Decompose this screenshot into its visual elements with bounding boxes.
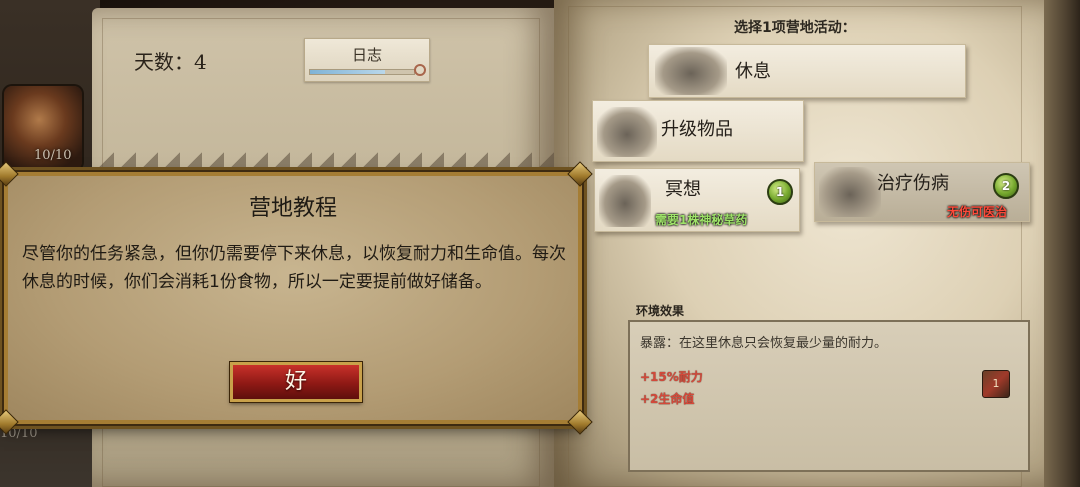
activity-meditate-requirement: 需要1株神秘草药 (655, 213, 748, 227)
environment-title: 环境效果 (636, 304, 685, 318)
log-tab-label: 日志 (351, 46, 382, 64)
tutorial-title: 营地教程 (248, 196, 337, 221)
activity-meditate-card[interactable]: 冥想 1 需要1株神秘草药 (594, 168, 800, 232)
log-progress-bar (309, 69, 415, 75)
environment-effect-health: +2生命值 (640, 392, 695, 406)
cost-badge: 1 (767, 179, 793, 205)
activity-upgrade-label: 升级物品 (661, 119, 733, 140)
log-tab[interactable]: 日志 (304, 38, 430, 82)
meditate-icon (599, 175, 651, 227)
tutorial-dialog: 营地教程 尽管你的任务紧急，但你仍需要停下来休息，以恢复耐力和生命值。每次休息的… (0, 161, 593, 435)
log-progress-fill (310, 70, 385, 74)
ok-button[interactable]: 好 (229, 361, 363, 403)
environment-description: 暴露：在这里休息只会恢复最少量的耐力。 (640, 336, 888, 351)
cost-badge: 2 (993, 173, 1019, 199)
tutorial-body: 尽管你的任务紧急，但你仍需要停下来休息，以恢复耐力和生命值。每次休息的时候，你们… (22, 244, 566, 292)
activity-rest-card[interactable]: 休息 (648, 44, 966, 98)
environment-effect-stamina: +15%耐力 (640, 370, 703, 384)
exposure-icon: 1 (982, 370, 1010, 398)
heal-icon (819, 167, 881, 217)
activity-meditate-label: 冥想 (665, 179, 701, 200)
rest-icon (655, 47, 727, 95)
journal-book-edge (1044, 0, 1080, 487)
gear-icon (414, 64, 426, 76)
environment-panel: 暴露：在这里休息只会恢复最少量的耐力。 +15%耐力 +2生命值 1 (628, 320, 1030, 472)
activity-rest-label: 休息 (735, 61, 771, 82)
upgrade-icon (597, 107, 657, 157)
activity-heal-card[interactable]: 治疗伤病 2 无伤可医治 (814, 162, 1030, 222)
portrait-hp: 10/10 (34, 148, 72, 163)
activity-upgrade-card[interactable]: 升级物品 (592, 100, 804, 162)
camp-activity-header: 选择1项营地活动： (734, 20, 856, 36)
activity-heal-requirement: 无伤可医治 (947, 205, 1008, 219)
day-counter: 天数：4 (134, 50, 207, 74)
activity-heal-label: 治疗伤病 (877, 173, 949, 194)
